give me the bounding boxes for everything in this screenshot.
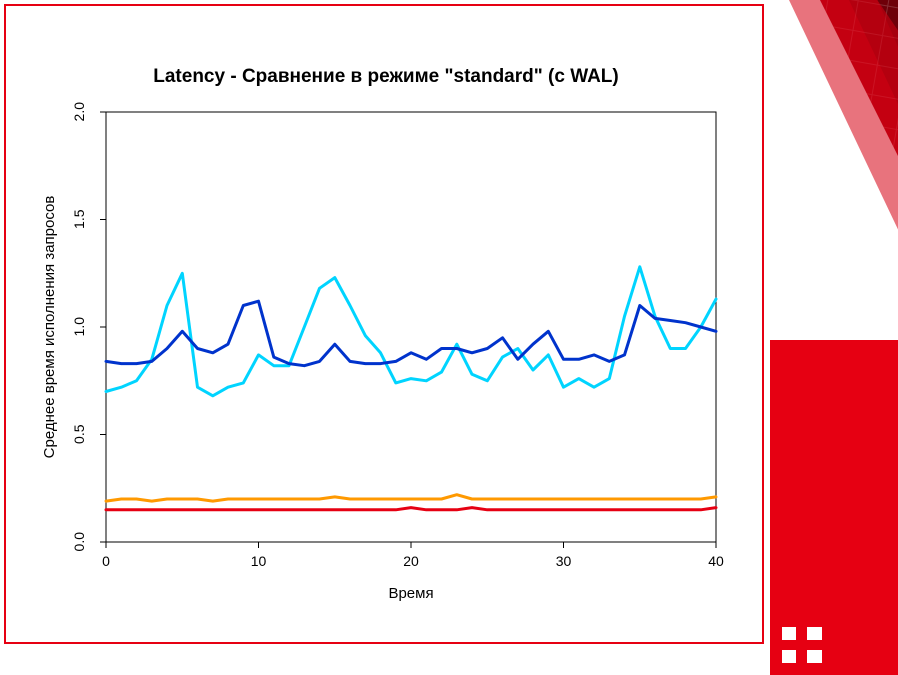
x-tick-label: 20 (403, 553, 419, 569)
sidebar: HighLoad++ (770, 0, 898, 675)
sidebar-red-panel: HighLoad++ (770, 340, 898, 675)
series-line (106, 267, 716, 396)
content-frame: Latency - Сравнение в режиме "standard" … (4, 4, 764, 644)
brand-logo-icon (782, 627, 822, 663)
y-tick-label: 0.0 (71, 532, 87, 552)
plot-box (106, 112, 716, 542)
y-tick-label: 2.0 (71, 102, 87, 122)
series-line (106, 508, 716, 510)
x-tick-label: 0 (102, 553, 110, 569)
x-tick-label: 30 (556, 553, 572, 569)
y-tick-label: 1.5 (71, 209, 87, 229)
y-tick-label: 1.0 (71, 317, 87, 337)
series-line (106, 301, 716, 366)
chart-title: Latency - Сравнение в режиме "standard" … (36, 66, 736, 88)
y-tick-label: 0.5 (71, 424, 87, 444)
plot-svg: 0.0 0.5 1.0 1.5 2.0 0 10 20 30 40 Время Среднее вре… (36, 92, 736, 612)
x-axis-label: Время (388, 585, 433, 602)
chart: Latency - Сравнение в режиме "standard" … (36, 66, 736, 626)
slide: Latency - Сравнение в режиме "standard" … (0, 0, 898, 675)
y-axis-label: Среднее время исполнения запросов (41, 196, 58, 459)
x-tick-label: 10 (251, 553, 267, 569)
x-tick-label: 40 (708, 553, 724, 569)
series-line (106, 495, 716, 501)
